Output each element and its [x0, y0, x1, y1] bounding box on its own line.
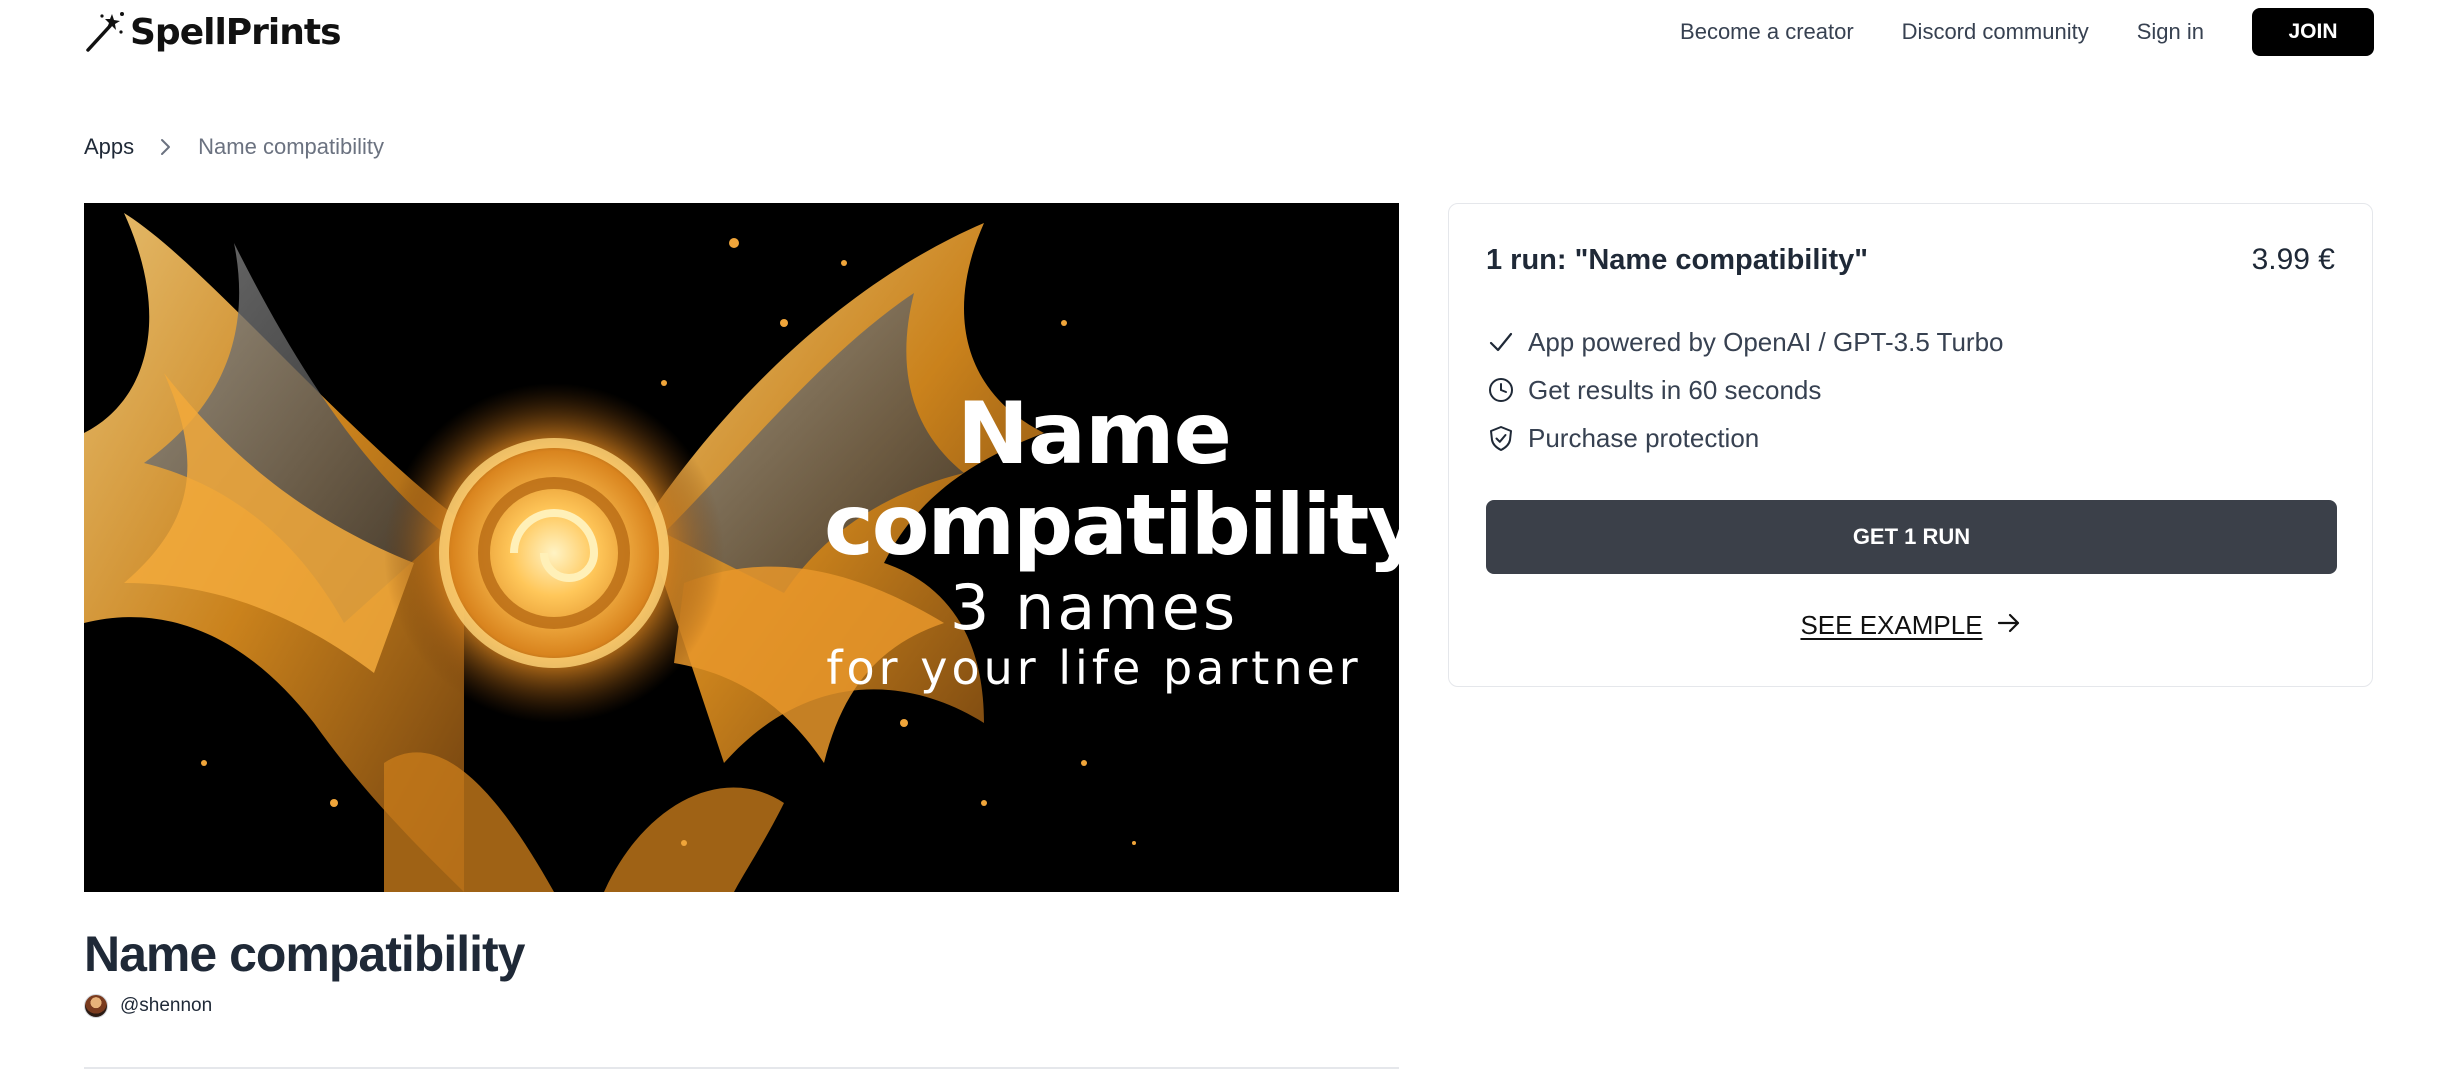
magic-wand-icon [86, 12, 124, 52]
discord-community-link[interactable]: Discord community [1902, 19, 2089, 45]
card-header: 1 run: "Name compatibility" 3.99 € [1486, 240, 2335, 280]
author-link[interactable]: @shennon [84, 994, 212, 1018]
top-nav: Become a creator Discord community Sign … [1632, 8, 2374, 56]
feature-item: Purchase protection [1486, 414, 2335, 462]
hero-subtitle-line-1: 3 names [949, 571, 1239, 644]
hero-subtitle-line-2: for your life partner [826, 641, 1362, 695]
purchase-card: 1 run: "Name compatibility" 3.99 € App p… [1448, 203, 2373, 687]
hero-title-line-1: Name [957, 384, 1232, 484]
logo[interactable]: SpellPrints [84, 10, 342, 54]
product-title: Name compatibility [84, 926, 525, 982]
feature-label: App powered by OpenAI / GPT-3.5 Turbo [1528, 326, 2004, 357]
clock-icon [1486, 375, 1516, 405]
logo-text: SpellPrints [130, 11, 342, 53]
feature-item: Get results in 60 seconds [1486, 366, 2335, 414]
breadcrumb-current: Name compatibility [198, 134, 384, 159]
get-run-button[interactable]: GET 1 RUN [1486, 500, 2337, 574]
join-button[interactable]: JOIN [2252, 8, 2374, 56]
chevron-right-icon [156, 137, 176, 157]
feature-list: App powered by OpenAI / GPT-3.5 Turbo Ge… [1486, 318, 2335, 462]
hero-text: Name compatibility 3 names for your life… [824, 384, 1399, 696]
breadcrumb: Apps Name compatibility [84, 132, 384, 162]
price: 3.99 € [2251, 243, 2335, 276]
divider [84, 1067, 1399, 1069]
site-header: SpellPrints Become a creator Discord com… [84, 0, 2374, 64]
sign-in-link[interactable]: Sign in [2137, 19, 2204, 45]
feature-label: Purchase protection [1528, 422, 1760, 453]
card-title: 1 run: "Name compatibility" [1486, 243, 1869, 276]
arrow-right-icon [1997, 612, 2021, 639]
feature-label: Get results in 60 seconds [1528, 374, 1822, 405]
avatar [84, 994, 108, 1018]
hero-title-line-2: compatibility [824, 476, 1399, 574]
shield-check-icon [1486, 423, 1516, 453]
become-creator-link[interactable]: Become a creator [1680, 19, 1854, 45]
see-example-link[interactable]: SEE EXAMPLE [1486, 610, 2335, 641]
hero-image: Name compatibility 3 names for your life… [84, 203, 1399, 892]
breadcrumb-apps-link[interactable]: Apps [84, 134, 134, 160]
feature-item: App powered by OpenAI / GPT-3.5 Turbo [1486, 318, 2335, 366]
see-example-label: SEE EXAMPLE [1800, 610, 1983, 640]
check-icon [1486, 327, 1516, 357]
author-name: @shennon [120, 995, 213, 1016]
